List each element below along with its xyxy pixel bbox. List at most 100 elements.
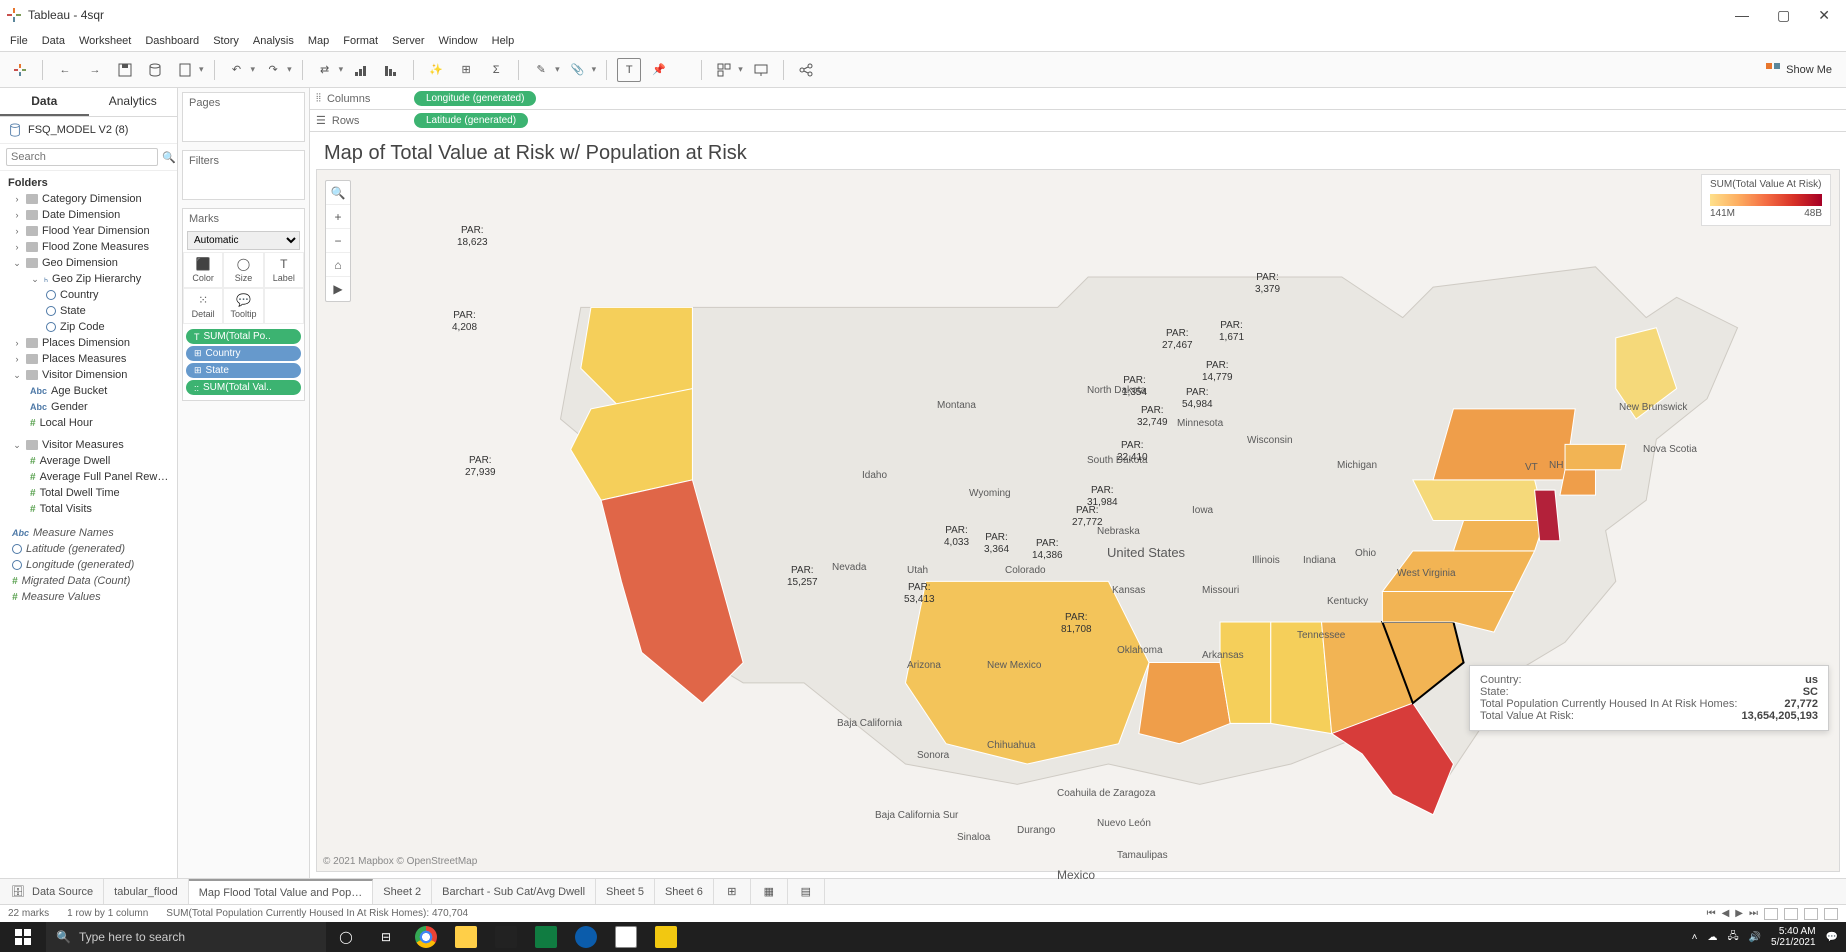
- folder-places-measures[interactable]: ›Places Measures: [4, 351, 173, 367]
- hierarchy-geo-zip[interactable]: ⌄ₕGeo Zip Hierarchy: [4, 271, 173, 287]
- state-ny[interactable]: [1433, 409, 1575, 480]
- tab-data-source[interactable]: 🗄Data Source: [0, 879, 104, 904]
- folder-flood-year-dimension[interactable]: ›Flood Year Dimension: [4, 223, 173, 239]
- viz-title[interactable]: Map of Total Value at Risk w/ Population…: [310, 132, 1846, 169]
- folder-flood-zone-measures[interactable]: ›Flood Zone Measures: [4, 239, 173, 255]
- field-average-dwell[interactable]: #Average Dwell: [4, 453, 173, 469]
- field-total-visits[interactable]: #Total Visits: [4, 501, 173, 517]
- sheet-tab-4[interactable]: Sheet 5: [596, 879, 655, 904]
- folder-geo-dimension[interactable]: ⌄Geo Dimension: [4, 255, 173, 271]
- menu-data[interactable]: Data: [42, 35, 65, 47]
- swap-button[interactable]: ⇄: [313, 58, 337, 82]
- field-country[interactable]: Country: [4, 287, 173, 303]
- marks-type-select[interactable]: Automatic: [187, 231, 300, 250]
- maximize-button[interactable]: ▢: [1777, 7, 1790, 24]
- notifications-button[interactable]: 💬: [1826, 932, 1838, 943]
- pages-shelf[interactable]: Pages: [182, 92, 305, 142]
- map-home-button[interactable]: ⌂: [326, 253, 350, 277]
- close-button[interactable]: ✕: [1818, 7, 1830, 24]
- map-zoom-in-button[interactable]: +: [326, 205, 350, 229]
- tab-data[interactable]: Data: [0, 88, 89, 116]
- nav-next-button[interactable]: ▶: [1735, 908, 1743, 920]
- field-total-dwell-time[interactable]: #Total Dwell Time: [4, 485, 173, 501]
- field-longitude-generated[interactable]: Longitude (generated): [4, 557, 173, 573]
- menu-file[interactable]: File: [10, 35, 28, 47]
- forward-button[interactable]: →: [83, 58, 107, 82]
- taskbar-chrome[interactable]: [406, 922, 446, 952]
- tab-analytics[interactable]: Analytics: [89, 88, 178, 116]
- redo-button[interactable]: ↷: [261, 58, 285, 82]
- format-button[interactable]: ✎: [529, 58, 553, 82]
- taskbar-search[interactable]: 🔍 Type here to search: [46, 922, 326, 952]
- cortana-button[interactable]: ⊟: [366, 922, 406, 952]
- view-mode-1[interactable]: [1764, 908, 1778, 920]
- pill-state[interactable]: ⊞State: [186, 363, 301, 378]
- taskbar-terminal[interactable]: [486, 922, 526, 952]
- sort-desc-button[interactable]: [379, 58, 403, 82]
- field-measure-values[interactable]: #Measure Values: [4, 589, 173, 605]
- taskbar-edge[interactable]: [566, 922, 606, 952]
- pill-sum-total-val[interactable]: ::SUM(Total Val..: [186, 380, 301, 395]
- highlight-button[interactable]: ✨: [424, 58, 448, 82]
- state-ct[interactable]: [1560, 470, 1596, 495]
- view-mode-4[interactable]: [1824, 908, 1838, 920]
- show-me-button[interactable]: Show Me: [1760, 61, 1838, 79]
- share-button[interactable]: [794, 58, 818, 82]
- pin-button[interactable]: 📌: [647, 58, 671, 82]
- presentation-button[interactable]: [749, 58, 773, 82]
- state-ms[interactable]: [1220, 622, 1271, 723]
- menu-help[interactable]: Help: [492, 35, 515, 47]
- new-story-tab[interactable]: ▤: [788, 879, 825, 904]
- nav-last-button[interactable]: ⏭: [1749, 908, 1758, 920]
- field-age-bucket[interactable]: AbcAge Bucket: [4, 383, 173, 399]
- state-pa[interactable]: [1413, 480, 1545, 521]
- field-migrated-data-count[interactable]: #Migrated Data (Count): [4, 573, 173, 589]
- state-tx[interactable]: [906, 581, 1150, 764]
- nav-first-button[interactable]: ⏮: [1707, 908, 1716, 920]
- undo-button[interactable]: ↶: [225, 58, 249, 82]
- pill-latitude[interactable]: Latitude (generated): [414, 113, 528, 128]
- group-button[interactable]: ⊞: [454, 58, 478, 82]
- pill-country[interactable]: ⊞Country: [186, 346, 301, 361]
- menu-analysis[interactable]: Analysis: [253, 35, 294, 47]
- state-md[interactable]: [1453, 521, 1544, 551]
- menu-story[interactable]: Story: [213, 35, 239, 47]
- tray-volume-icon[interactable]: 🔊: [1749, 932, 1761, 943]
- field-state[interactable]: State: [4, 303, 173, 319]
- view-mode-2[interactable]: [1784, 908, 1798, 920]
- menu-format[interactable]: Format: [343, 35, 378, 47]
- state-nj[interactable]: [1535, 490, 1560, 541]
- new-worksheet-tab[interactable]: ⊞: [714, 879, 751, 904]
- field-measure-names[interactable]: AbcMeasure Names: [4, 525, 173, 541]
- new-datasource-button[interactable]: [143, 58, 167, 82]
- state-ma[interactable]: [1565, 444, 1626, 469]
- field-search-input[interactable]: [6, 148, 158, 166]
- taskbar-explorer[interactable]: [446, 922, 486, 952]
- marks-color-button[interactable]: ⬛Color: [183, 252, 223, 288]
- folder-category-dimension[interactable]: ›Category Dimension: [4, 191, 173, 207]
- marks-size-button[interactable]: ◯Size: [223, 252, 263, 288]
- nav-prev-button[interactable]: ◀: [1722, 908, 1730, 920]
- folder-visitor-dimension[interactable]: ⌄Visitor Dimension: [4, 367, 173, 383]
- menu-worksheet[interactable]: Worksheet: [79, 35, 131, 47]
- sheet-tab-2[interactable]: Sheet 2: [373, 879, 432, 904]
- sheet-tab-0[interactable]: tabular_flood: [104, 879, 189, 904]
- map-search-button[interactable]: 🔍: [326, 181, 350, 205]
- sheet-tab-5[interactable]: Sheet 6: [655, 879, 714, 904]
- marks-detail-button[interactable]: ⁙Detail: [183, 288, 223, 324]
- sheet-tab-3[interactable]: Barchart - Sub Cat/Avg Dwell: [432, 879, 596, 904]
- totals-button[interactable]: Σ: [484, 58, 508, 82]
- columns-shelf[interactable]: ⦙⦙Columns Longitude (generated): [310, 88, 1846, 110]
- save-button[interactable]: [113, 58, 137, 82]
- tray-network-icon[interactable]: 🖧: [1727, 929, 1738, 946]
- system-tray[interactable]: ˄ ☁ 🖧 🔊 5:40 AM 5/21/2021 💬: [1684, 922, 1846, 952]
- filters-shelf[interactable]: Filters: [182, 150, 305, 200]
- field-local-hour[interactable]: #Local Hour: [4, 415, 173, 431]
- map-zoom-out-button[interactable]: −: [326, 229, 350, 253]
- rows-shelf[interactable]: ☰Rows Latitude (generated): [310, 110, 1846, 132]
- labels-button[interactable]: T: [617, 58, 641, 82]
- attach-button[interactable]: 📎: [566, 58, 590, 82]
- marks-label-button[interactable]: TLabel: [264, 252, 304, 288]
- sort-asc-button[interactable]: [349, 58, 373, 82]
- new-worksheet-button[interactable]: [173, 58, 197, 82]
